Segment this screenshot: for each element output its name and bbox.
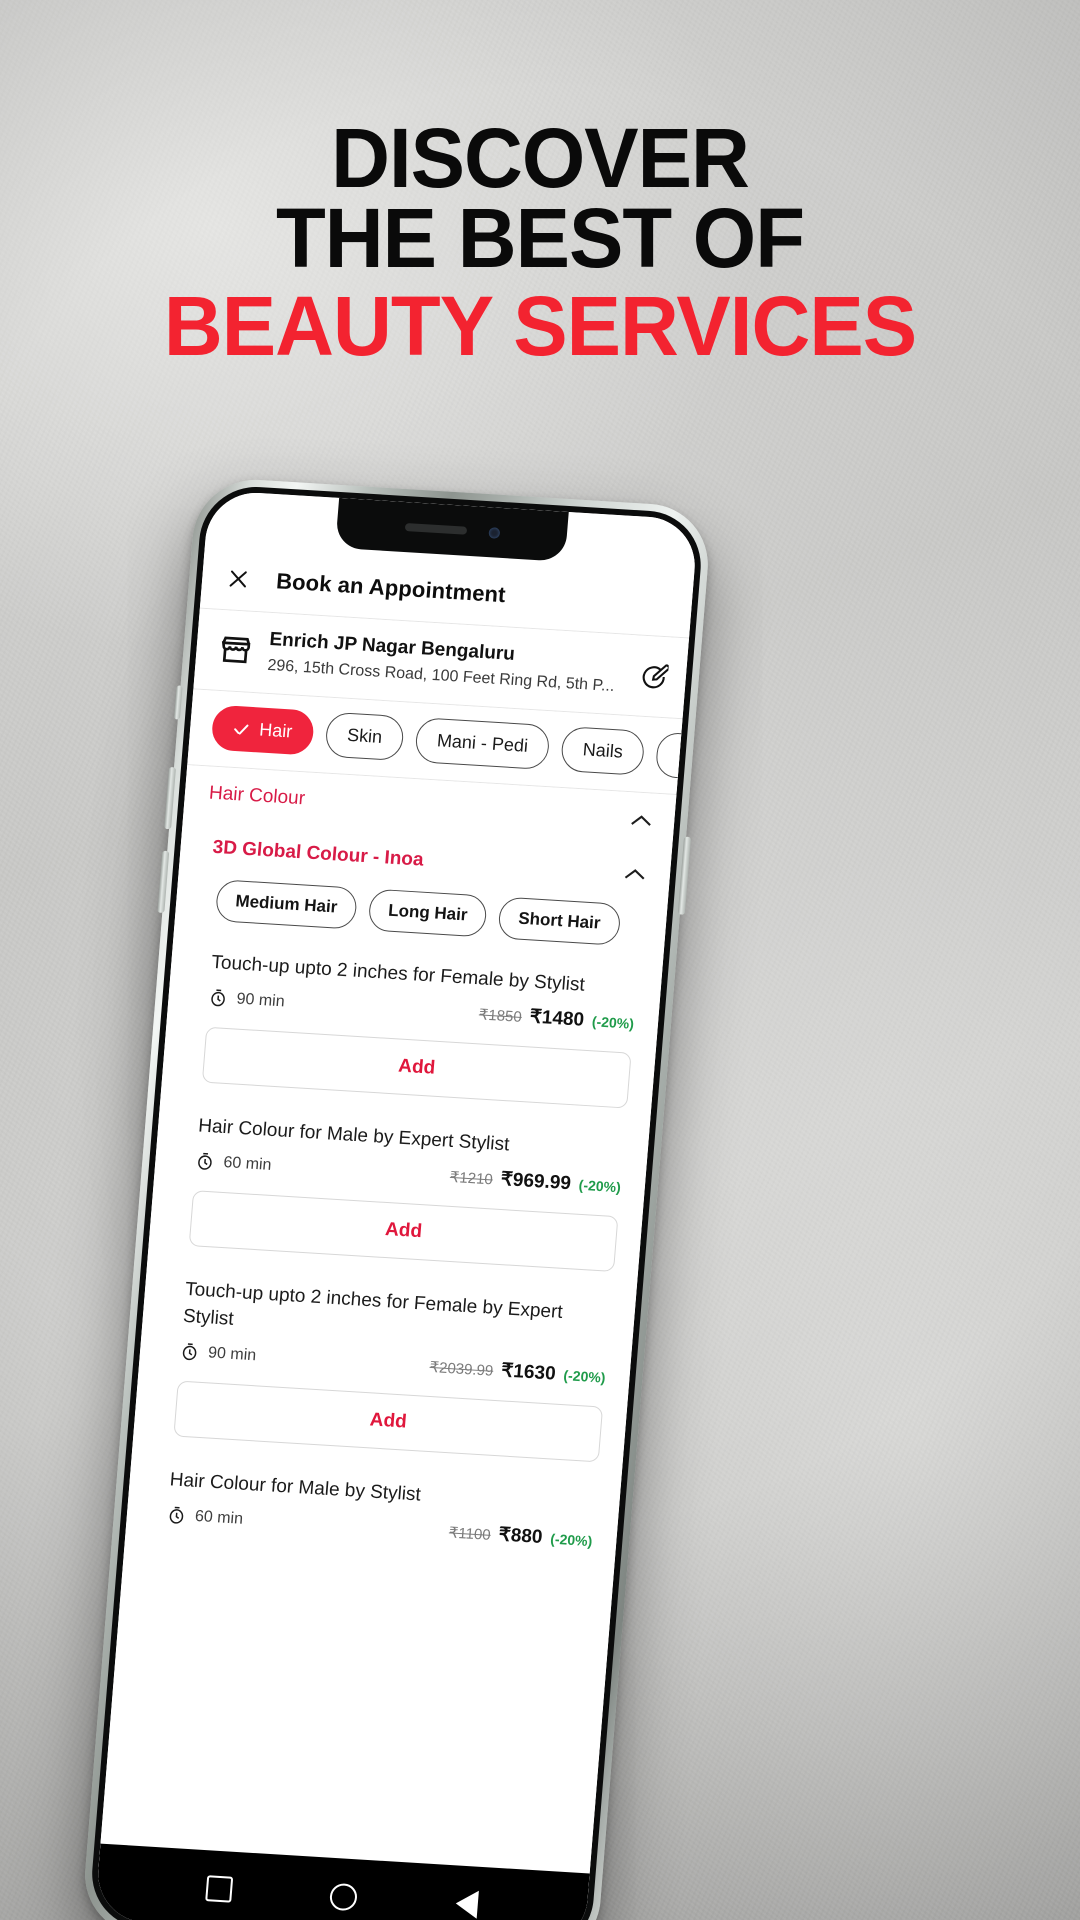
price-original: ₹1850 xyxy=(478,1006,523,1026)
clock-icon xyxy=(211,989,225,1007)
headline-line-3: BEAUTY SERVICES xyxy=(163,279,917,373)
discount-badge: (-20%) xyxy=(578,1176,622,1196)
headline-line-1: DISCOVER xyxy=(331,111,750,205)
poster-headline: DISCOVER THE BEST OF BEAUTY SERVICES xyxy=(0,111,1080,374)
service-duration: 60 min xyxy=(195,1151,272,1175)
discount-badge: (-20%) xyxy=(562,1367,607,1386)
duration-label: 60 min xyxy=(222,1153,273,1174)
duration-label: 90 min xyxy=(207,1343,257,1364)
section-title: Hair Colour xyxy=(208,782,306,810)
service-duration: 90 min xyxy=(208,988,285,1012)
clock-icon xyxy=(169,1506,184,1524)
category-chip-nails[interactable]: Nails xyxy=(560,726,646,776)
triangle-back-icon[interactable] xyxy=(454,1889,479,1919)
chevron-up-icon[interactable] xyxy=(630,813,653,827)
discount-badge: (-20%) xyxy=(549,1530,593,1550)
price-original: ₹1100 xyxy=(448,1524,492,1544)
circle-home-icon[interactable] xyxy=(329,1882,359,1911)
category-chip-hair[interactable]: Hair xyxy=(210,704,316,756)
price-discounted: ₹969.99 xyxy=(499,1168,572,1195)
length-chip-medium-hair[interactable]: Medium Hair xyxy=(214,879,358,930)
length-chip-long-hair[interactable]: Long Hair xyxy=(367,888,489,938)
service-item: Hair Colour for Male by Expert Stylist 6… xyxy=(149,1100,650,1273)
earpiece-speaker xyxy=(404,522,467,535)
headline-line-2: THE BEST OF xyxy=(275,191,805,285)
price-discounted: ₹880 xyxy=(497,1524,544,1549)
discount-badge: (-20%) xyxy=(591,1013,635,1032)
length-chip-short-hair[interactable]: Short Hair xyxy=(497,896,622,946)
price-original: ₹1210 xyxy=(449,1168,494,1189)
clock-icon xyxy=(198,1152,212,1170)
service-duration: 60 min xyxy=(166,1505,244,1529)
square-recents-icon[interactable] xyxy=(205,1875,234,1903)
front-camera xyxy=(487,526,500,539)
duration-label: 60 min xyxy=(194,1507,244,1528)
service-price: ₹2039.99 ₹1630 (-20%) xyxy=(429,1355,607,1389)
page-title: Book an Appointment xyxy=(275,568,507,608)
price-discounted: ₹1480 xyxy=(528,1006,585,1031)
services-scroll-area[interactable]: Hair Colour 3D Global Colour - Inoa Medi… xyxy=(100,765,677,1874)
duration-label: 90 min xyxy=(235,990,286,1010)
chip-label: Hair xyxy=(258,719,294,742)
store-text: Enrich JP Nagar Bengaluru 296, 15th Cros… xyxy=(267,627,626,699)
service-price: ₹1850 ₹1480 (-20%) xyxy=(478,1002,635,1034)
service-duration: 90 min xyxy=(179,1342,257,1366)
price-original: ₹2039.99 xyxy=(428,1358,494,1380)
chip-label: Skin xyxy=(346,724,383,747)
service-item: Touch-up upto 2 inches for Female by Sty… xyxy=(162,937,663,1110)
category-chip-mani-pedi[interactable]: Mani - Pedi xyxy=(414,717,551,771)
close-icon[interactable] xyxy=(225,566,251,591)
store-icon xyxy=(221,636,251,664)
edit-location-icon[interactable] xyxy=(639,661,670,691)
chevron-up-icon[interactable] xyxy=(623,866,646,880)
service-price: ₹1210 ₹969.99 (-20%) xyxy=(449,1165,622,1198)
chip-label: Mani - Pedi xyxy=(436,730,529,756)
chip-label: Nails xyxy=(582,739,624,762)
clock-icon xyxy=(182,1343,197,1361)
subsection-title: 3D Global Colour - Inoa xyxy=(211,836,425,871)
service-price: ₹1100 ₹880 (-20%) xyxy=(448,1520,593,1552)
service-item: Touch-up upto 2 inches for Female by Exp… xyxy=(133,1263,636,1463)
category-chip-skin[interactable]: Skin xyxy=(324,711,405,762)
check-icon xyxy=(233,723,250,734)
price-discounted: ₹1630 xyxy=(500,1360,557,1385)
